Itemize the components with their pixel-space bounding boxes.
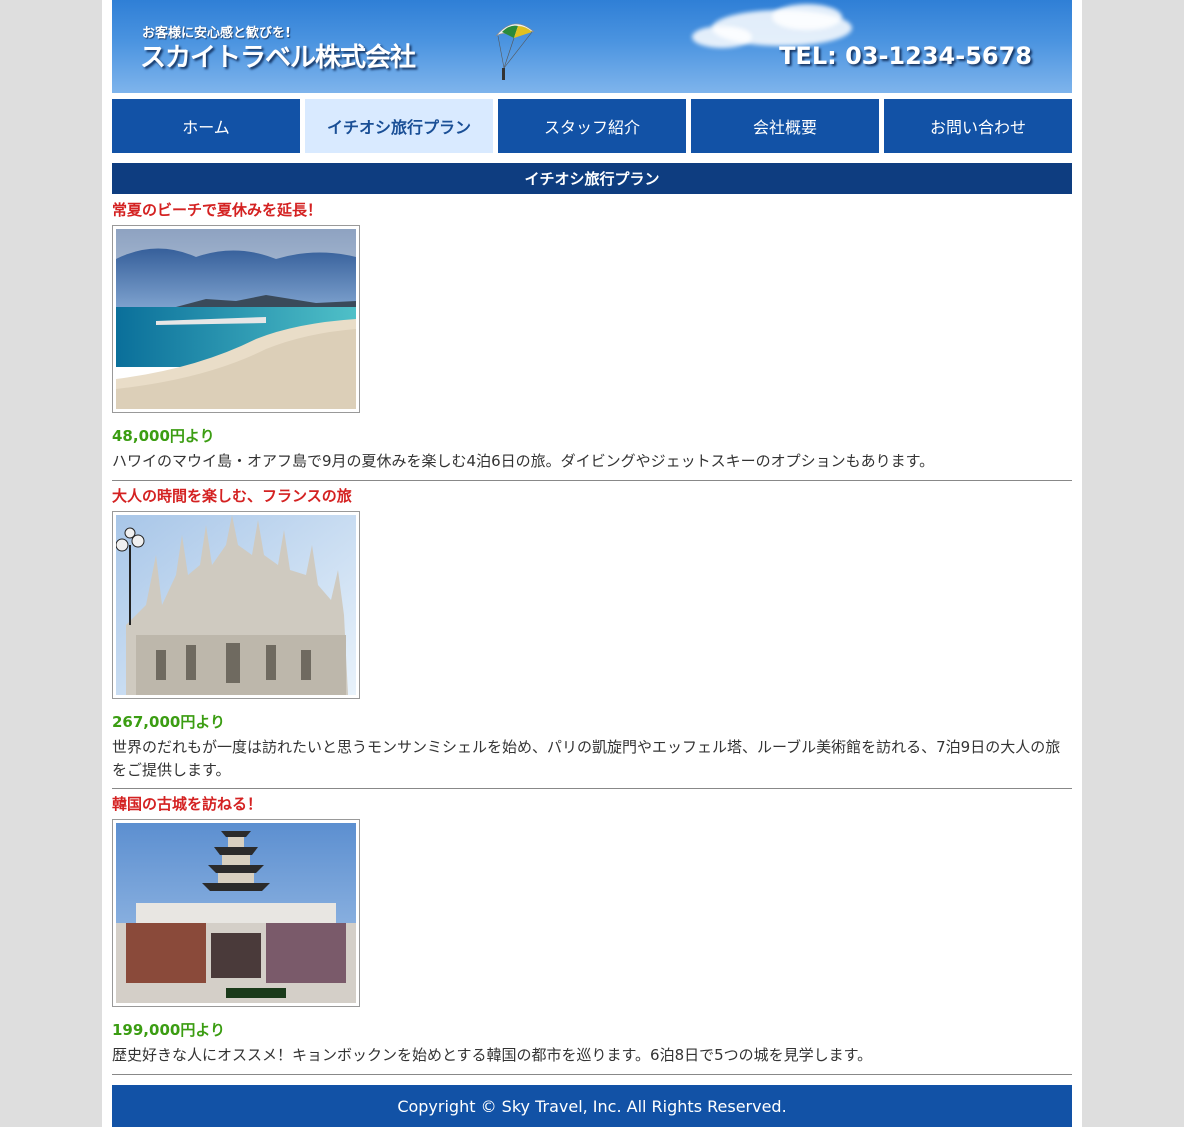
nav-item-recommended-plans[interactable]: イチオシ旅行プラン [305, 99, 493, 153]
cathedral-photo [112, 511, 360, 699]
plan-description: ハワイのマウイ島・オアフ島で9月の夏休みを楽しむ4泊6日の旅。ダイビングやジェッ… [112, 452, 935, 470]
plan-price: 48,000円より [112, 427, 215, 445]
nav-item-contact[interactable]: お問い合わせ [884, 99, 1072, 153]
nav-item-company[interactable]: 会社概要 [691, 99, 879, 153]
palace-photo [112, 819, 360, 1007]
phone-number: TEL: 03-1234-5678 [779, 42, 1032, 70]
plan-description: 歴史好きな人にオススメ！キョンボックンを始めとする韓国の都市を巡ります。6泊8日… [112, 1046, 873, 1064]
nav-item-staff[interactable]: スタッフ紹介 [498, 99, 686, 153]
plan-description: 世界のだれもが一度は訪れたいと思うモンサンミシェルを始め、パリの凱旋門やエッフェ… [112, 738, 1061, 779]
plan-price: 267,000円より [112, 713, 226, 731]
main-nav: ホーム イチオシ旅行プラン スタッフ紹介 会社概要 お問い合わせ [112, 99, 1072, 153]
plan-item: 韓国の古城を訪ねる！ 199,000円より 歴史好きな人にオススメ！キョンボック… [112, 794, 1072, 1075]
plan-item: 大人の時間を楽しむ、フランスの旅 267,000円より 世界のだれもが一度は訪れ… [112, 486, 1072, 789]
plan-title: 大人の時間を楽しむ、フランスの旅 [112, 487, 352, 505]
parasail-illustration [492, 18, 540, 88]
footer-copyright: Copyright © Sky Travel, Inc. All Rights … [112, 1085, 1072, 1127]
beach-photo [112, 225, 360, 413]
plan-title: 常夏のビーチで夏休みを延長！ [112, 201, 323, 219]
section-title: イチオシ旅行プラン [112, 163, 1072, 194]
page-container: お客様に安心感と歓びを! スカイトラベル株式会社 TEL: 03-1234-56… [102, 0, 1082, 1127]
header-banner: お客様に安心感と歓びを! スカイトラベル株式会社 TEL: 03-1234-56… [112, 0, 1072, 93]
nav-item-home[interactable]: ホーム [112, 99, 300, 153]
plan-item: 常夏のビーチで夏休みを延長！ 48,000円より ハワイのマウイ島・オアフ島で9… [112, 200, 1072, 481]
plan-price: 199,000円より [112, 1021, 226, 1039]
plan-title: 韓国の古城を訪ねる！ [112, 795, 263, 813]
company-name: スカイトラベル株式会社 [140, 43, 416, 73]
